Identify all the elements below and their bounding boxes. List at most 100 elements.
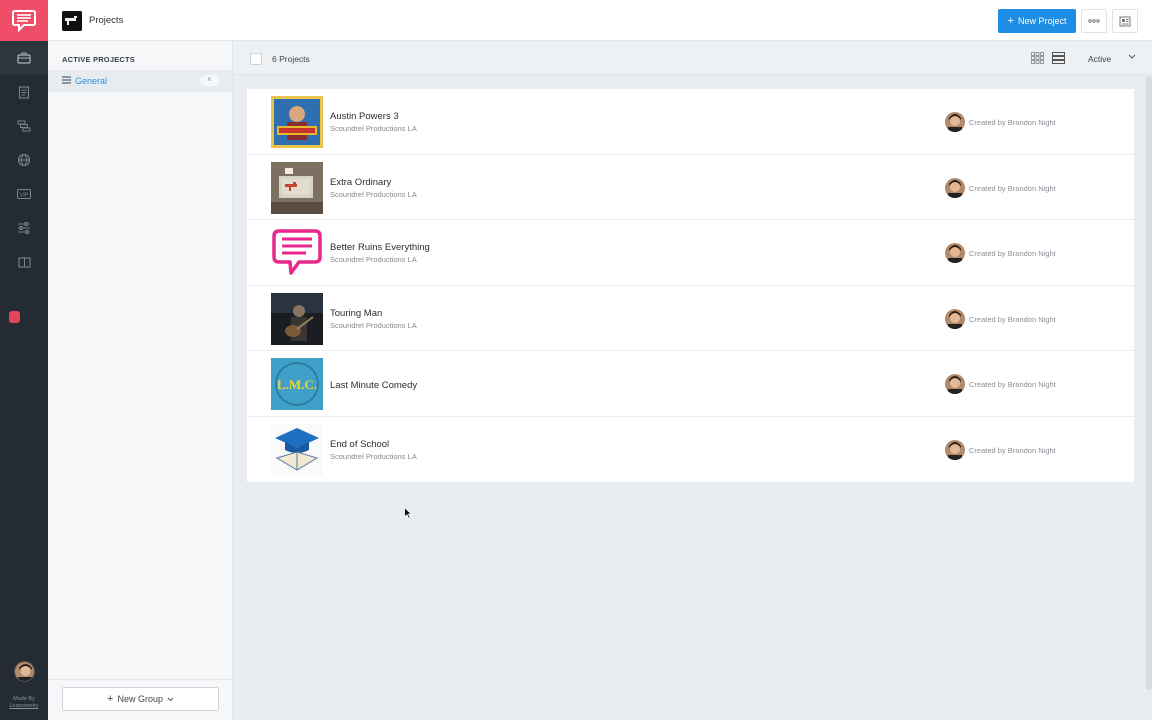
project-creator: Created by Brandon Night	[969, 183, 1056, 193]
project-list: Austin Powers 3 Scoundrel Productions LA…	[247, 89, 1134, 482]
book-icon	[17, 256, 31, 268]
report-button[interactable]	[1112, 9, 1138, 33]
chevron-down-icon	[167, 697, 174, 701]
poster-guitarist-icon	[271, 292, 323, 345]
project-company: Scoundrel Productions LA	[330, 255, 417, 264]
avatar-face-icon	[945, 308, 965, 329]
project-creator: Created by Brandon Night	[969, 445, 1056, 455]
creator-avatar	[945, 308, 965, 329]
project-row[interactable]: Extra Ordinary Scoundrel Productions LA …	[247, 155, 1134, 220]
ellipsis-icon	[1088, 19, 1100, 23]
project-company: Scoundrel Productions LA	[330, 320, 417, 330]
top-bar: Projects + New Project	[48, 0, 1152, 41]
project-name: Austin Powers 3	[330, 111, 399, 122]
vertical-scrollbar[interactable]	[1146, 76, 1152, 690]
made-by-label: Made By	[13, 696, 35, 702]
sidebar-item-label: General	[75, 76, 108, 86]
nav-globe[interactable]	[0, 143, 48, 177]
app-rail: VIP Made By Leanometry	[0, 0, 48, 720]
avatar-face-icon	[945, 112, 965, 132]
newspaper-icon	[1119, 16, 1131, 26]
workspace-logo[interactable]	[62, 11, 82, 31]
camera-logo-icon	[62, 11, 82, 31]
page-title: Projects	[89, 15, 124, 26]
project-company: Scoundrel Productions LA	[330, 124, 417, 133]
user-avatar[interactable]	[14, 661, 35, 682]
group-count-badge: 6	[200, 75, 219, 86]
project-thumbnail	[271, 227, 323, 279]
more-options-button[interactable]	[1081, 9, 1107, 33]
creator-avatar	[945, 374, 965, 394]
project-row[interactable]: Touring Man Scoundrel Productions LA Cre…	[247, 286, 1134, 351]
stack-icon	[62, 76, 71, 84]
made-by-credit[interactable]: Made By Leanometry	[0, 696, 48, 710]
sliders-icon	[18, 222, 30, 234]
avatar-face-icon	[945, 177, 965, 198]
nav-vip[interactable]: VIP	[0, 177, 48, 211]
avatar-face-icon	[945, 243, 965, 263]
nav-library[interactable]	[0, 245, 48, 279]
project-company: Scoundrel Productions LA	[330, 451, 417, 461]
project-groups-sidebar: ACTIVE PROJECTS General 6 + New Group	[48, 41, 233, 720]
nav-settings[interactable]	[0, 211, 48, 245]
creator-avatar	[945, 177, 965, 198]
project-name: Extra Ordinary	[330, 176, 392, 188]
creator-avatar	[945, 112, 965, 132]
project-name: Better Ruins Everything	[330, 242, 430, 253]
record-indicator-icon[interactable]	[9, 311, 20, 323]
poster-goldmember-icon	[271, 96, 323, 148]
avatar-face-icon	[15, 662, 34, 681]
new-group-button[interactable]: + New Group	[62, 687, 219, 711]
sidebar-heading: ACTIVE PROJECTS	[62, 55, 136, 64]
project-creator: Created by Brandon Night	[969, 249, 1056, 258]
select-all-checkbox[interactable]	[250, 53, 262, 65]
project-name: Last Minute Comedy	[330, 380, 418, 391]
project-thumbnail	[271, 161, 323, 214]
pink-chat-bubble-logo-icon	[271, 227, 323, 279]
project-thumbnail	[271, 96, 323, 148]
document-icon	[18, 85, 30, 99]
project-row[interactable]: Better Ruins Everything Scoundrel Produc…	[247, 220, 1134, 286]
poster-lmc-icon: L.M.C.	[271, 358, 323, 410]
project-count: 6 Projects	[272, 54, 310, 64]
avatar-face-icon	[945, 374, 965, 394]
nav-documents[interactable]	[0, 75, 48, 109]
mouse-pointer-icon	[404, 507, 412, 519]
made-by-company: Leanometry	[9, 703, 39, 709]
vip-icon: VIP	[17, 189, 31, 199]
chat-bubble-logo-icon	[12, 9, 36, 32]
status-filter-select[interactable]: Active	[1088, 54, 1111, 64]
plus-icon: +	[107, 693, 114, 705]
project-row[interactable]: L.M.C. Last Minute Comedy Created by Bra…	[247, 351, 1134, 417]
project-row[interactable]: Austin Powers 3 Scoundrel Productions LA…	[247, 89, 1134, 155]
project-creator: Created by Brandon Night	[969, 380, 1056, 389]
graduation-cap-book-icon	[271, 423, 323, 476]
thumbnail-lettering: L.M.C.	[277, 377, 317, 392]
nav-layers[interactable]	[0, 109, 48, 143]
grid-view-icon[interactable]	[1031, 52, 1044, 64]
poster-extra-ordinary-icon	[271, 161, 323, 214]
sidebar-item-general[interactable]: General 6	[48, 70, 232, 92]
nav-projects[interactable]	[0, 41, 48, 75]
chevron-down-icon[interactable]	[1128, 54, 1136, 60]
project-thumbnail	[271, 423, 323, 476]
new-project-button[interactable]: + New Project	[998, 9, 1076, 33]
layers-icon	[17, 120, 31, 132]
list-toolbar: 6 Projects Active	[234, 41, 1152, 75]
project-company: Scoundrel Productions LA	[330, 189, 417, 199]
project-row[interactable]: End of School Scoundrel Productions LA C…	[247, 417, 1134, 483]
project-name: Touring Man	[330, 307, 383, 319]
project-name: End of School	[330, 438, 390, 450]
avatar-face-icon	[945, 439, 965, 460]
project-thumbnail: L.M.C.	[271, 358, 323, 410]
creator-avatar	[945, 439, 965, 460]
svg-text:VIP: VIP	[20, 193, 29, 199]
project-creator: Created by Brandon Night	[969, 314, 1056, 324]
list-view-icon[interactable]	[1052, 52, 1065, 64]
app-logo[interactable]	[0, 0, 48, 41]
new-project-label: New Project	[1017, 16, 1067, 26]
briefcase-icon	[17, 52, 31, 64]
project-thumbnail	[271, 292, 323, 345]
globe-icon	[17, 153, 31, 167]
sidebar-footer: + New Group	[48, 679, 232, 720]
